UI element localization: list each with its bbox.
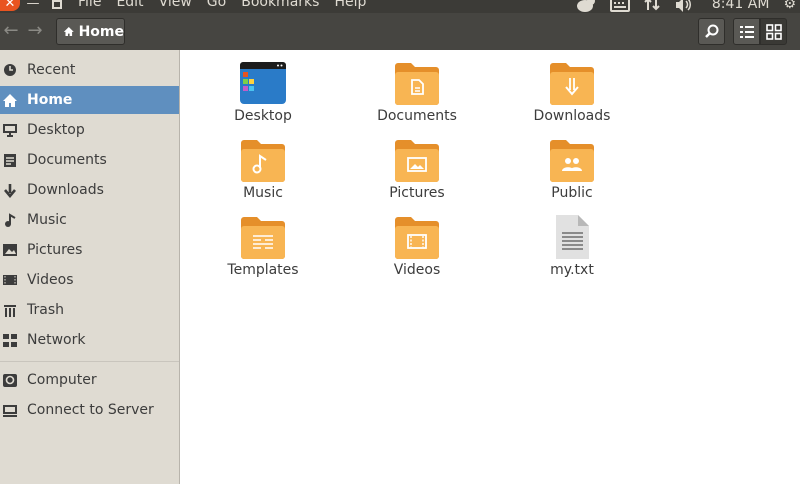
sidebar-item-label: Connect to Server [27, 402, 154, 418]
top-menu-bar: ✕ — File Edit View Go Bookmarks Help 8:4… [0, 0, 800, 13]
toolbar: ← → Home [0, 13, 800, 50]
search-icon [704, 24, 718, 38]
desktop-icon [1, 121, 19, 139]
file-item-label: Pictures [389, 185, 445, 201]
file-item-label: Downloads [533, 108, 611, 124]
sidebar-item-documents[interactable]: Documents [0, 146, 179, 174]
menu-file[interactable]: File [78, 0, 101, 10]
back-button[interactable]: ← [0, 20, 22, 41]
path-label: Home [78, 23, 124, 40]
window-maximize-button[interactable] [48, 0, 66, 11]
desktop-folder-icon [240, 62, 286, 104]
sidebar-item-network[interactable]: Network [0, 326, 179, 354]
sidebar-item-label: Trash [27, 302, 64, 318]
file-item-downloads[interactable]: Downloads [507, 60, 637, 132]
file-item-public[interactable]: Public [507, 137, 637, 209]
sidebar-item-label: Pictures [27, 242, 83, 258]
sidebar-item-label: Computer [27, 372, 97, 388]
file-item-label: Templates [227, 262, 299, 278]
clock-time[interactable]: 8:41 AM [712, 0, 770, 12]
home-icon [63, 26, 74, 37]
menu-edit[interactable]: Edit [116, 0, 143, 10]
sidebar-item-label: Downloads [27, 182, 104, 198]
menu-view[interactable]: View [159, 0, 192, 10]
downloads-folder-icon [550, 63, 594, 105]
downloads-icon [1, 181, 19, 199]
list-view-icon [739, 25, 754, 38]
sidebar-item-downloads[interactable]: Downloads [0, 176, 179, 204]
sidebar-item-pictures[interactable]: Pictures [0, 236, 179, 264]
network-icon [1, 331, 19, 349]
file-item-label: my.txt [550, 262, 594, 278]
home-icon [1, 91, 19, 109]
videos-folder-icon [395, 217, 439, 259]
settings-gear-icon[interactable]: ⚙ [783, 0, 796, 12]
documents-folder-icon [395, 63, 439, 105]
public-folder-icon [550, 140, 594, 182]
pictures-icon [1, 241, 19, 259]
file-item-label: Public [551, 185, 593, 201]
window-minimize-button[interactable]: — [24, 0, 42, 11]
sidebar-item-label: Documents [27, 152, 107, 168]
menu-bookmarks[interactable]: Bookmarks [241, 0, 319, 10]
file-item-label: Desktop [234, 108, 292, 124]
file-item-desktop[interactable]: Desktop [198, 60, 328, 132]
file-item-music[interactable]: Music [198, 137, 328, 209]
window-close-button[interactable]: ✕ [0, 0, 20, 11]
file-item-pictures[interactable]: Pictures [352, 137, 482, 209]
templates-folder-icon [241, 217, 285, 259]
music-folder-icon [241, 140, 285, 182]
keyboard-icon[interactable] [609, 0, 630, 12]
music-icon [1, 211, 19, 229]
sidebar-item-connect-to-server[interactable]: Connect to Server [0, 396, 179, 424]
search-button[interactable] [698, 18, 725, 45]
sidebar-item-home[interactable]: Home [0, 86, 179, 114]
trash-icon [1, 301, 19, 319]
file-item-label: Documents [377, 108, 457, 124]
file-item-documents[interactable]: Documents [352, 60, 482, 132]
sidebar-item-videos[interactable]: Videos [0, 266, 179, 294]
sidebar-item-trash[interactable]: Trash [0, 296, 179, 324]
computer-icon [1, 371, 19, 389]
file-view: Desktop Documents Downloads Music Pictur… [181, 50, 800, 484]
close-icon: ✕ [4, 0, 16, 11]
file-item-templates[interactable]: Templates [198, 214, 328, 286]
pictures-folder-icon [395, 140, 439, 182]
maximize-icon [52, 0, 62, 9]
sidebar-item-label: Home [27, 92, 73, 108]
path-bar-home-button[interactable]: Home [56, 18, 125, 45]
minimize-icon: — [26, 0, 40, 11]
sidebar-item-label: Videos [27, 272, 74, 288]
indicator-area: 8:41 AM ⚙ [562, 0, 800, 13]
grid-view-icon [765, 23, 782, 40]
clock-icon [1, 61, 19, 79]
sidebar-item-label: Recent [27, 62, 76, 78]
sidebar-item-label: Desktop [27, 122, 85, 138]
sidebar: Recent Home Desktop Documents Downloads … [0, 50, 180, 484]
sidebar-item-computer[interactable]: Computer [0, 366, 179, 394]
sidebar-item-desktop[interactable]: Desktop [0, 116, 179, 144]
app-menu: File Edit View Go Bookmarks Help [78, 0, 381, 10]
volume-icon[interactable] [674, 0, 694, 12]
file-item-label: Music [243, 185, 283, 201]
sidebar-item-recent[interactable]: Recent [0, 56, 179, 84]
file-item-label: Videos [393, 262, 441, 278]
videos-icon [1, 271, 19, 289]
grid-view-button[interactable] [760, 18, 787, 45]
sidebar-item-label: Network [27, 332, 86, 348]
menu-go[interactable]: Go [207, 0, 226, 10]
sidebar-item-music[interactable]: Music [0, 206, 179, 234]
forward-button[interactable]: → [24, 20, 46, 41]
sidebar-separator [0, 361, 179, 362]
list-view-button[interactable] [733, 18, 760, 45]
menu-help[interactable]: Help [334, 0, 366, 10]
file-item-my-txt[interactable]: my.txt [507, 214, 637, 286]
network-updown-icon[interactable] [644, 0, 660, 12]
messaging-icon[interactable] [576, 0, 596, 12]
connect-server-icon [1, 401, 19, 419]
text-file-icon [556, 215, 589, 259]
documents-icon [1, 151, 19, 169]
sidebar-item-label: Music [27, 212, 67, 228]
file-item-videos[interactable]: Videos [352, 214, 482, 286]
